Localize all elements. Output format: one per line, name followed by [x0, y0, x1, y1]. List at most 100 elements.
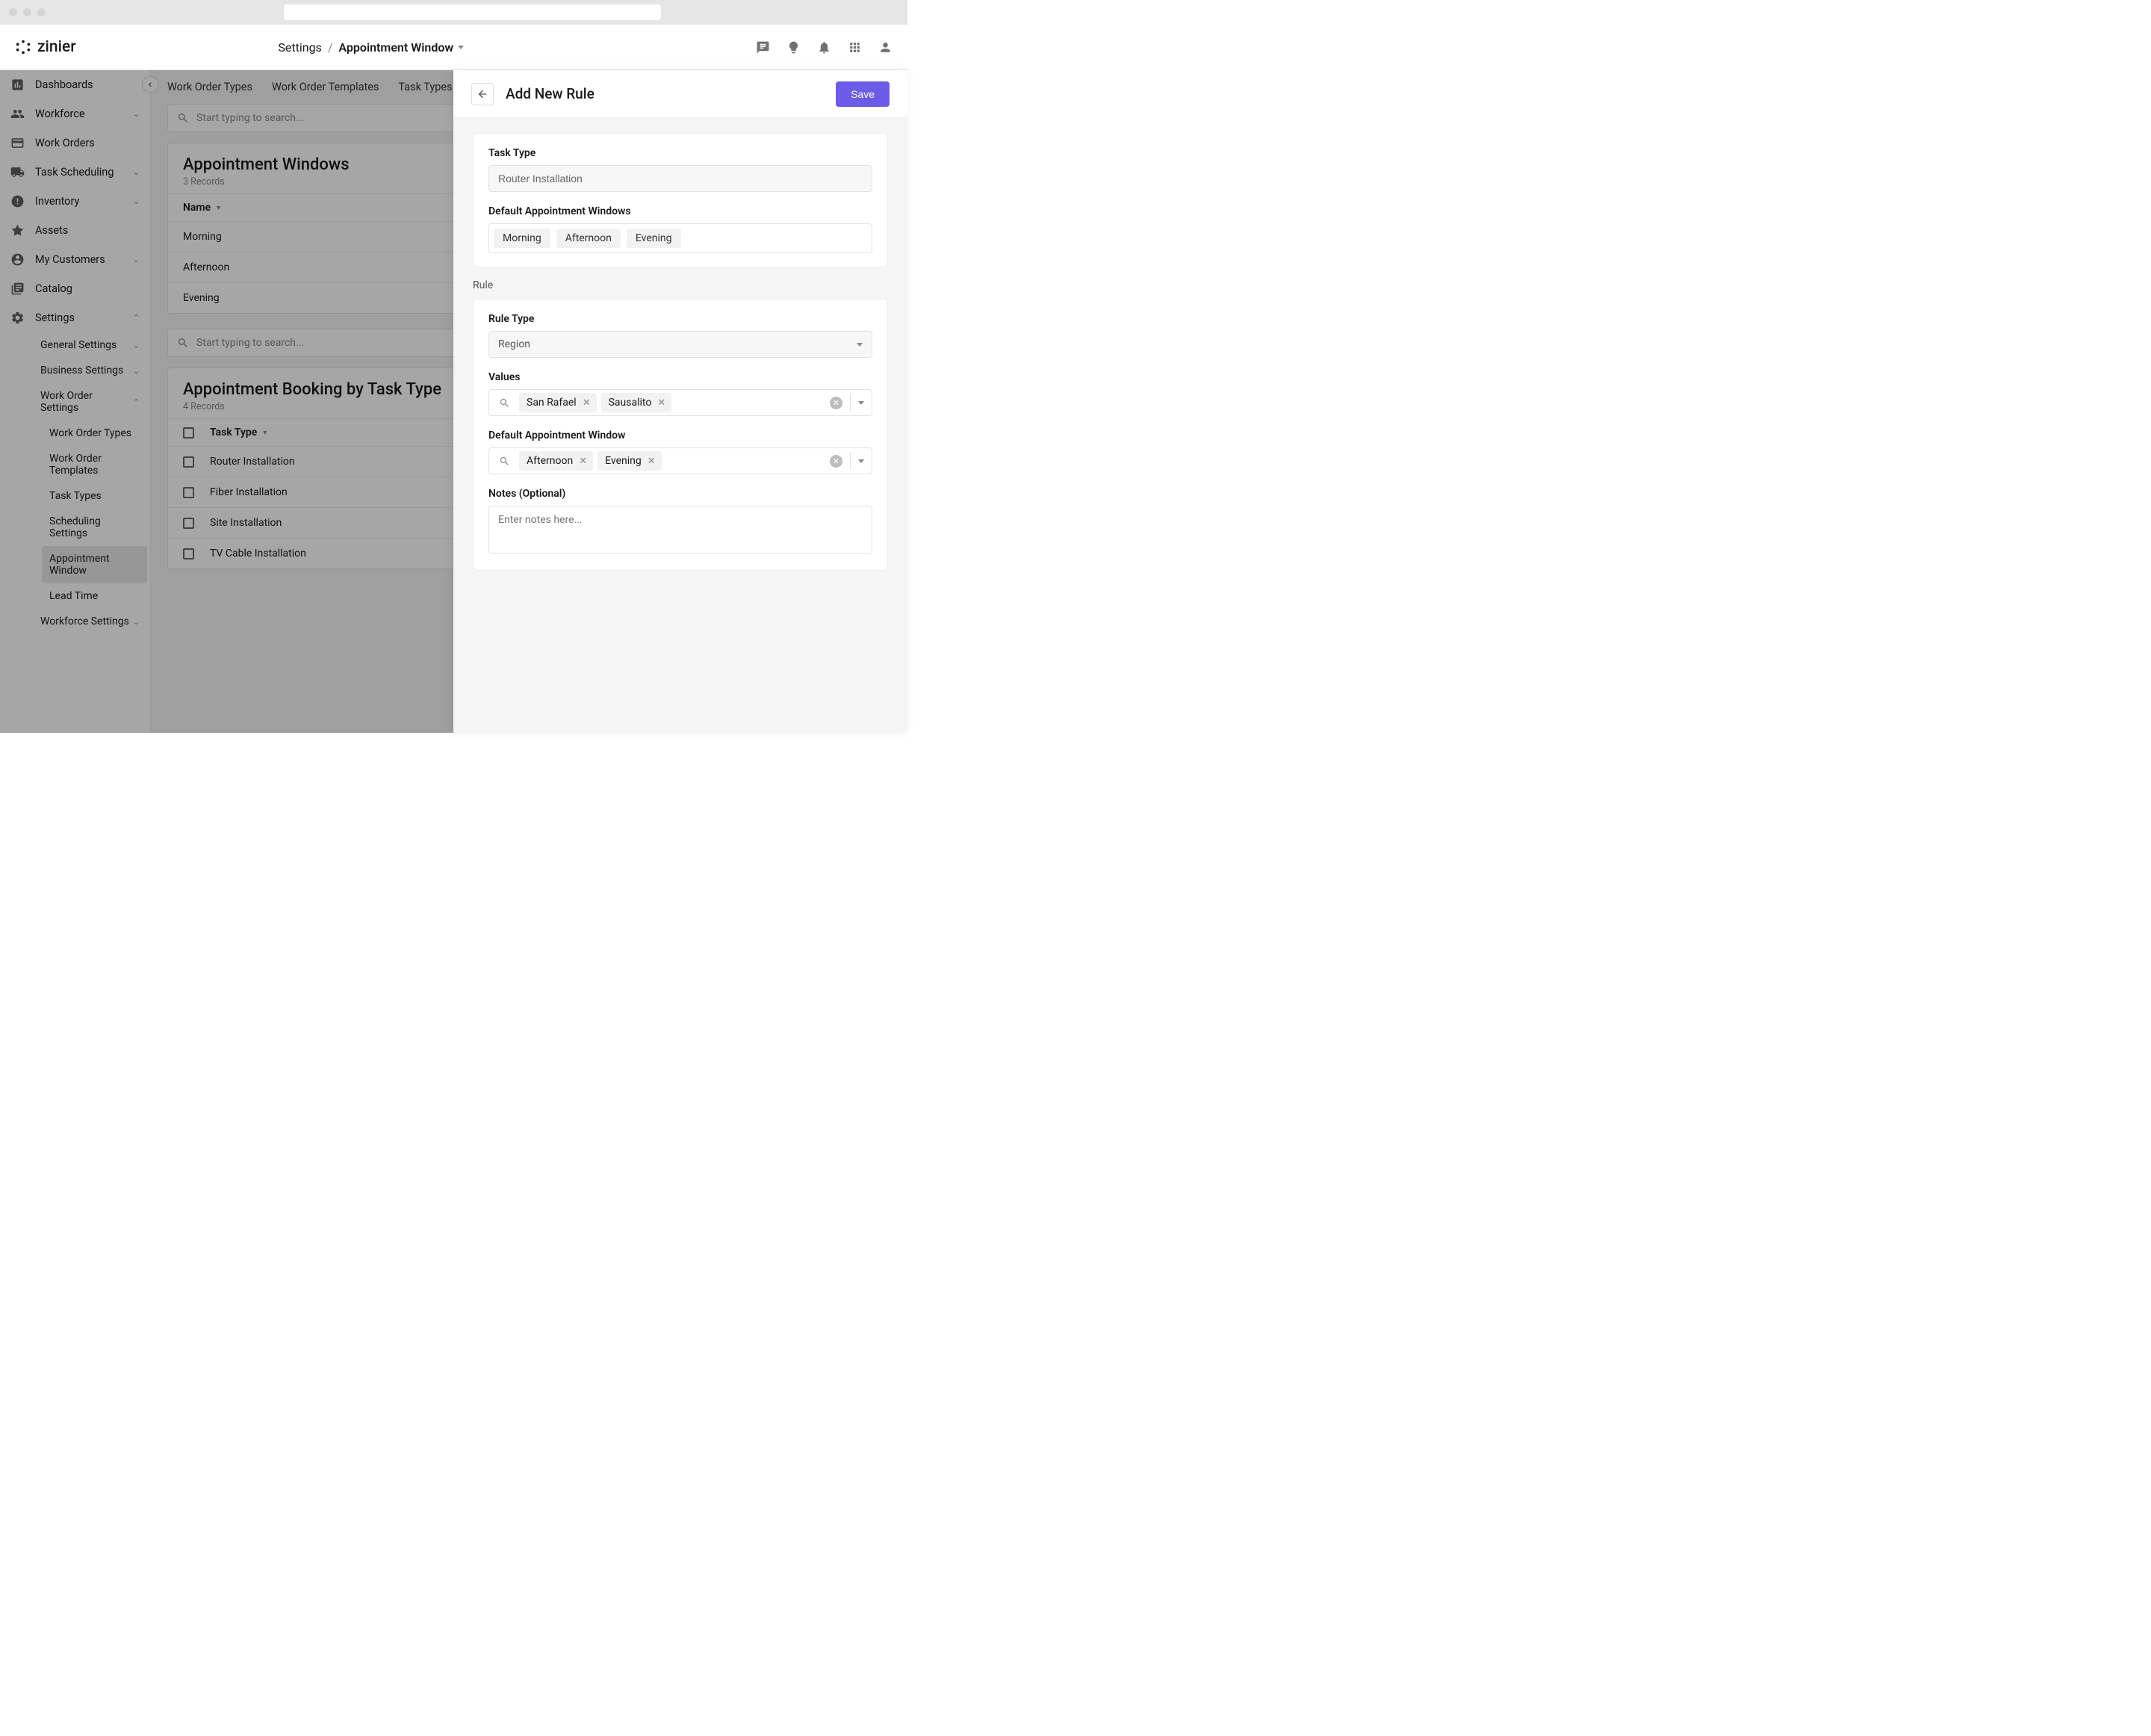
chip-label: Sausalito — [609, 397, 652, 409]
save-button[interactable]: Save — [836, 81, 890, 107]
checkbox-all[interactable] — [183, 427, 194, 438]
chip-remove-icon[interactable]: ✕ — [583, 397, 591, 409]
chevron-down-icon: ⌄ — [133, 255, 140, 264]
column-task-type[interactable]: Task Type — [210, 427, 257, 438]
rule-type-select[interactable]: Region — [488, 331, 872, 358]
default-aw-label: Default Appointment Windows — [488, 205, 872, 217]
sidebar-item-dashboards[interactable]: Dashboards — [0, 70, 150, 99]
chevron-down-icon[interactable] — [858, 459, 864, 463]
sidebar-item-label: Catalog — [35, 282, 72, 295]
sidebar-item-inventory[interactable]: Inventory⌄ — [0, 187, 150, 216]
search-icon — [177, 337, 189, 349]
sidebar: Dashboards Workforce ⌄ Work Orders Task S… — [0, 70, 151, 733]
chip-afternoon: Afternoon ✕ — [519, 451, 593, 471]
sidebar-item-label: Task Scheduling — [35, 166, 114, 179]
breadcrumb-parent[interactable]: Settings — [278, 40, 321, 55]
sidebar-item-label: Work Orders — [35, 137, 95, 149]
chip-san-rafael: San Rafael ✕ — [519, 393, 597, 412]
clear-all-icon[interactable]: ✕ — [830, 397, 842, 409]
sidebar-item-label: Scheduling Settings — [49, 515, 140, 539]
sidebar-item-work-orders[interactable]: Work Orders — [0, 128, 150, 158]
chip-remove-icon[interactable]: ✕ — [657, 397, 665, 409]
sidebar-item-my-customers[interactable]: My Customers⌄ — [0, 245, 150, 274]
sidebar-sub-general-settings[interactable]: General Settings⌄ — [40, 332, 140, 358]
add-rule-panel: Add New Rule Save Task Type Default Appo… — [453, 70, 907, 733]
chip-label: Afternoon — [527, 455, 573, 467]
default-aw-tags[interactable]: Morning Afternoon Evening — [488, 223, 872, 253]
header-actions — [756, 40, 893, 55]
checkbox[interactable] — [183, 518, 194, 529]
sidebar-item-label: Workforce Settings — [40, 616, 129, 627]
tag-morning[interactable]: Morning — [494, 229, 550, 248]
sort-icon: ▼ — [215, 205, 222, 212]
lightbulb-icon[interactable] — [786, 40, 801, 55]
sidebar-collapse-button[interactable] — [142, 76, 158, 93]
bell-icon[interactable] — [817, 40, 831, 55]
breadcrumb-current[interactable]: Appointment Window — [338, 40, 464, 55]
sidebar-item-label: Settings — [35, 311, 75, 324]
search-placeholder: Start typing to search... — [196, 112, 304, 124]
sidebar-item-assets[interactable]: Assets — [0, 216, 150, 245]
chip-remove-icon[interactable]: ✕ — [648, 456, 656, 467]
chip-label: San Rafael — [527, 397, 577, 409]
sidebar-item-settings[interactable]: Settings⌃ — [0, 303, 150, 332]
sidebar-sub2-wo-types[interactable]: Work Order Types — [49, 421, 140, 446]
notes-label: Notes (Optional) — [488, 488, 872, 500]
traffic-max-icon[interactable] — [37, 8, 46, 16]
browser-chrome — [0, 0, 907, 25]
search-icon — [499, 397, 510, 409]
breadcrumb-sep: / — [328, 40, 333, 55]
search-icon — [177, 112, 189, 124]
checkbox[interactable] — [183, 548, 194, 559]
notes-textarea[interactable] — [488, 506, 872, 554]
rule-section-label: Rule — [473, 279, 888, 291]
url-field[interactable] — [284, 4, 661, 20]
sidebar-item-label: Workforce — [35, 108, 85, 120]
rule-type-value: Region — [498, 338, 530, 350]
sidebar-item-catalog[interactable]: Catalog — [0, 274, 150, 303]
sidebar-sub-workforce-settings[interactable]: Workforce Settings⌄ — [40, 609, 140, 634]
sidebar-sub2-scheduling-settings[interactable]: Scheduling Settings — [49, 509, 140, 546]
sidebar-item-label: General Settings — [40, 339, 117, 351]
tag-evening[interactable]: Evening — [627, 229, 681, 248]
back-button[interactable] — [471, 83, 494, 105]
task-type-label: Task Type — [488, 147, 872, 159]
chevron-down-icon: ⌄ — [133, 167, 140, 177]
apps-icon[interactable] — [848, 40, 862, 55]
person-icon[interactable] — [878, 40, 893, 55]
chip-label: Evening — [605, 455, 642, 467]
sidebar-item-label: Appointment Window — [49, 553, 140, 577]
sidebar-sub2-lead-time[interactable]: Lead Time — [49, 583, 140, 609]
panel-title: Add New Rule — [506, 85, 824, 102]
tab-task-types[interactable]: Task Types — [398, 81, 452, 93]
values-multiselect[interactable]: San Rafael ✕ Sausalito ✕ ✕ — [488, 389, 872, 416]
chat-icon[interactable] — [756, 40, 770, 55]
sidebar-sub-work-order-settings[interactable]: Work Order Settings⌃ — [40, 383, 140, 421]
sidebar-sub2-appointment-window[interactable]: Appointment Window — [42, 546, 147, 583]
tag-afternoon[interactable]: Afternoon — [556, 229, 621, 248]
sidebar-item-task-scheduling[interactable]: Task Scheduling ⌄ — [0, 158, 150, 187]
sidebar-item-label: Work Order Settings — [40, 390, 133, 414]
column-name[interactable]: Name — [183, 202, 211, 214]
tab-wo-templates[interactable]: Work Order Templates — [272, 81, 379, 93]
traffic-close-icon[interactable] — [9, 8, 17, 16]
rule-card: Rule Type Region Values San Rafael✕ Saus… — [473, 299, 888, 571]
rule-type-label: Rule Type — [488, 313, 872, 325]
traffic-min-icon[interactable] — [23, 8, 31, 16]
checkbox[interactable] — [183, 487, 194, 498]
sidebar-sub2-task-types[interactable]: Task Types — [49, 483, 140, 509]
task-type-input[interactable] — [488, 165, 872, 192]
sidebar-item-label: Work Order Types — [49, 427, 131, 439]
tab-wo-types[interactable]: Work Order Types — [167, 81, 252, 93]
default-aw2-label: Default Appointment Window — [488, 430, 872, 441]
sidebar-sub2-wo-templates[interactable]: Work Order Templates — [49, 446, 140, 483]
sidebar-sub-business-settings[interactable]: Business Settings⌄ — [40, 358, 140, 383]
default-aw2-multiselect[interactable]: Afternoon ✕ Evening ✕ ✕ — [488, 447, 872, 474]
clear-all-icon[interactable]: ✕ — [830, 455, 842, 468]
sidebar-item-workforce[interactable]: Workforce ⌄ — [0, 99, 150, 128]
chevron-down-icon: ⌄ — [133, 109, 140, 119]
chip-remove-icon[interactable]: ✕ — [579, 456, 587, 467]
chevron-down-icon[interactable] — [858, 401, 864, 405]
checkbox[interactable] — [183, 456, 194, 468]
chevron-down-icon — [458, 46, 464, 49]
